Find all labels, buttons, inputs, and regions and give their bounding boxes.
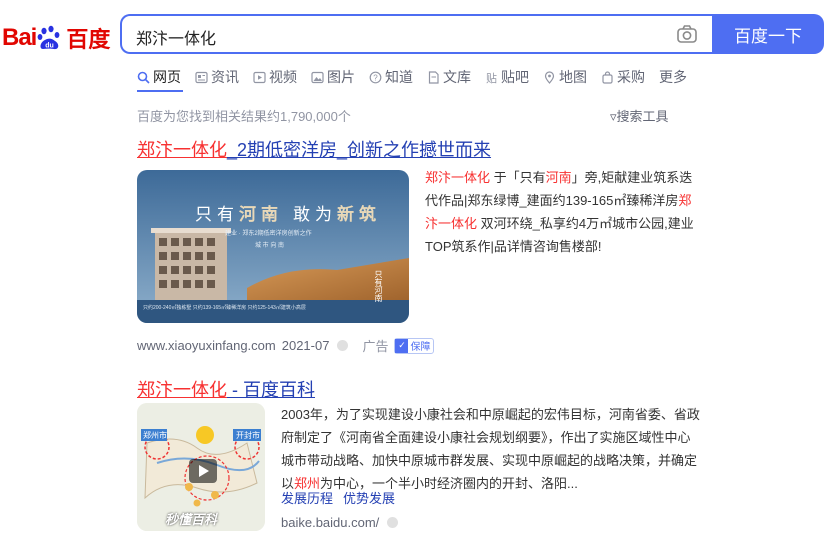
result-1-image[interactable]: 只有河南 敢为新筑 建业 · 郑东2期低密洋房创新之作 城 市 向 南 只约200… <box>137 170 409 323</box>
search-tools-label: 搜索工具 <box>616 109 669 124</box>
result-1-source: www.xiaoyuxinfang.com 2021-07 广告 ✓ 保障 <box>137 336 435 355</box>
paw-icon: du <box>37 25 63 51</box>
result-url[interactable]: www.xiaoyuxinfang.com <box>137 338 276 353</box>
result-2-source: baike.baidu.com/ <box>281 515 399 530</box>
question-icon: ? <box>369 71 382 84</box>
sublink-history[interactable]: 发展历程 <box>281 491 333 506</box>
search-icon <box>137 71 150 84</box>
ad-headline: 只有河南 敢为新筑 <box>195 205 381 224</box>
active-tab-indicator <box>137 90 183 92</box>
tab-label: 贴吧 <box>501 69 529 85</box>
svg-text:贴: 贴 <box>486 71 497 84</box>
search-button[interactable]: 百度一下 <box>712 14 824 54</box>
title-highlight: 郑汴一体化 <box>137 380 227 400</box>
tab-wenku[interactable]: 文库 <box>427 66 471 88</box>
tab-label: 文库 <box>443 69 471 85</box>
ad-label: 广告 <box>362 339 389 354</box>
tab-label: 更多 <box>659 69 687 85</box>
result-2-title[interactable]: 郑汴一体化 - 百度百科 <box>137 376 315 402</box>
tab-label: 网页 <box>153 69 181 85</box>
tab-caigou[interactable]: 采购 <box>601 66 645 88</box>
tab-label: 视频 <box>269 69 297 85</box>
chevron-down-icon[interactable] <box>337 340 349 351</box>
result-2-sublinks: 发展历程 优势发展 <box>281 488 405 507</box>
paw-text: du <box>46 43 55 50</box>
tab-web[interactable]: 网页 <box>137 66 181 88</box>
logo-text-cn: 百度 <box>66 27 111 52</box>
chevron-down-icon[interactable] <box>387 517 399 528</box>
svg-text:?: ? <box>373 73 378 82</box>
tieba-icon: 贴 <box>485 71 498 85</box>
doc-icon <box>427 70 440 84</box>
search-query: 郑汴一体化 <box>136 31 217 48</box>
result-2-abstract: 2003年，为了实现建设小康社会和中原崛起的宏伟目标，河南省委、省政府制定了《河… <box>281 407 700 491</box>
search-tools-button[interactable]: ▿搜索工具 <box>610 106 669 125</box>
video-icon <box>253 71 266 84</box>
tab-label: 知道 <box>385 69 413 85</box>
guarantee-badge[interactable]: ✓ 保障 <box>394 337 435 354</box>
baidu-logo[interactable]: Bai du 百度 <box>2 22 110 54</box>
result-1-title[interactable]: 郑汴一体化_2期低密洋房_创新之作撼世而来 <box>137 136 491 162</box>
check-icon: ✓ <box>395 338 409 353</box>
tab-video[interactable]: 视频 <box>253 66 297 88</box>
tab-label: 地图 <box>559 69 587 85</box>
title-rest: - 百度百科 <box>227 380 315 400</box>
result-date: 2021-07 <box>281 338 330 353</box>
result-count: 百度为您找到相关结果约1,790,000个 <box>137 109 351 124</box>
ad-footer: 只约200-240㎡独栋墅 只约139-165㎡臻稀洋房 只约125-143㎡建… <box>143 305 306 311</box>
map-icon <box>543 70 556 84</box>
tab-label: 图片 <box>327 69 355 85</box>
ad-subline-2: 城 市 向 南 <box>255 243 285 249</box>
image-icon <box>311 71 324 84</box>
tab-zhidao[interactable]: ? 知道 <box>369 66 413 88</box>
search-tabs: 网页 资讯 视频 图片 ? 知道 文库 贴 贴吧 地图 采购 更多 <box>137 66 701 88</box>
ad-brand: 只有河南 <box>374 270 383 302</box>
title-highlight: 郑汴一体化 <box>137 140 227 160</box>
search-input[interactable]: 郑汴一体化 <box>120 14 712 54</box>
tab-more[interactable]: 更多 <box>659 66 687 88</box>
title-rest: _2期低密洋房_创新之作撼世而来 <box>227 140 492 160</box>
camera-icon[interactable] <box>676 24 698 44</box>
result-url[interactable]: baike.baidu.com/ <box>281 515 379 530</box>
tab-label: 采购 <box>617 69 645 85</box>
sublink-advantage[interactable]: 优势发展 <box>343 491 395 506</box>
cart-icon <box>601 70 614 84</box>
tab-tieba[interactable]: 贴 贴吧 <box>485 66 529 88</box>
tab-news[interactable]: 资讯 <box>195 66 239 88</box>
ad-subline: 建业 · 郑东2期低密洋房创新之作 <box>225 231 312 237</box>
result-1-abstract: 郑汴一体化 于「只有河南」旁,矩献建业筑系迭代作品|郑东绿博_建面约139-16… <box>425 170 694 254</box>
map-label-kaifeng: 开封市 <box>236 431 260 440</box>
tab-map[interactable]: 地图 <box>543 66 587 88</box>
map-label-zhengzhou: 郑州市 <box>143 431 167 440</box>
video-watermark: 秒懂百科 <box>165 512 218 527</box>
result-2-image[interactable]: 郑州市 开封市 秒懂百科 <box>137 403 265 531</box>
tab-label: 资讯 <box>211 69 239 85</box>
news-icon <box>195 71 208 84</box>
tab-image[interactable]: 图片 <box>311 66 355 88</box>
logo-text-latin: Bai <box>2 24 37 51</box>
